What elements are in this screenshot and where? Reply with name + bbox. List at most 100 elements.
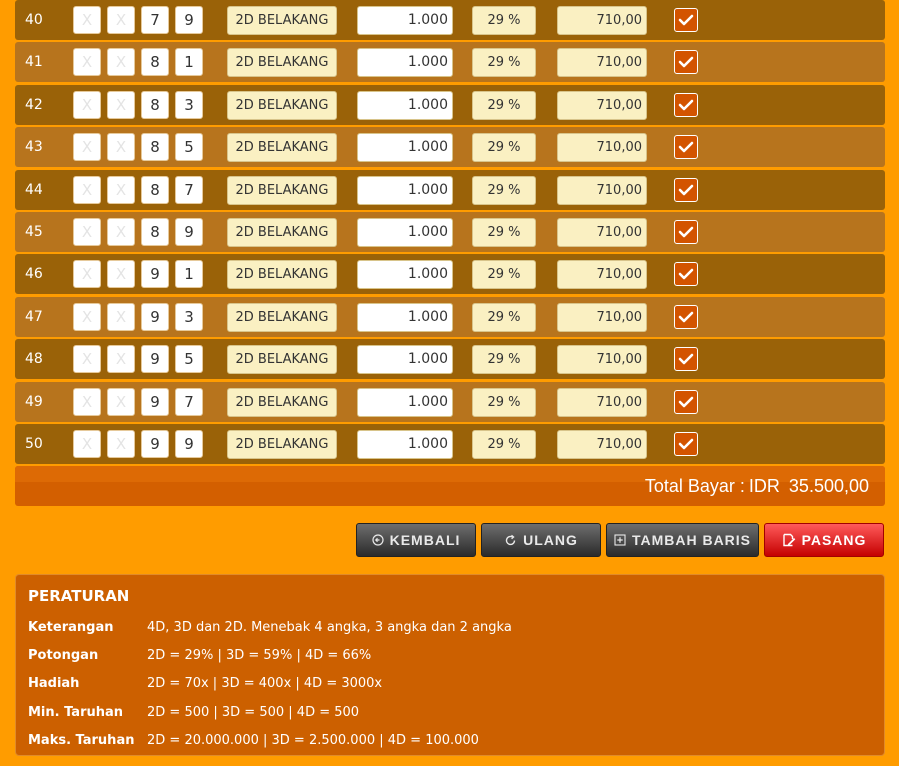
row-checkbox[interactable] — [674, 135, 698, 160]
digit-2-input[interactable]: X — [107, 387, 135, 416]
discount-value: 29 % — [472, 260, 536, 290]
digit-2-input[interactable]: X — [107, 345, 135, 374]
digit-1-input[interactable]: X — [73, 387, 101, 416]
bet-amount-input[interactable]: 1.000 — [357, 133, 453, 163]
row-checkbox[interactable] — [674, 262, 698, 287]
table-row: 47 X X 9 3 2D BELAKANG 1.000 29 % 710,00 — [15, 296, 885, 337]
table-row: 46 X X 9 1 2D BELAKANG 1.000 29 % 710,00 — [15, 254, 885, 295]
digit-3-input[interactable]: 9 — [141, 260, 169, 289]
rules-title: PERATURAN — [28, 587, 130, 605]
digit-4-input[interactable]: 9 — [175, 429, 203, 458]
bet-amount-input[interactable]: 1.000 — [357, 48, 453, 78]
digit-2-input[interactable]: X — [107, 217, 135, 246]
digit-2-input[interactable]: X — [107, 133, 135, 162]
digit-1-input[interactable]: X — [73, 48, 101, 77]
game-type: 2D BELAKANG — [227, 133, 337, 163]
digit-4-input[interactable]: 7 — [175, 175, 203, 204]
total-amount: 35.500,00 — [788, 476, 869, 496]
digit-4-input[interactable]: 7 — [175, 387, 203, 416]
digit-2-input[interactable]: X — [107, 260, 135, 289]
pay-amount: 710,00 — [557, 90, 647, 120]
table-row: 43 X X 8 5 2D BELAKANG 1.000 29 % 710,00 — [15, 127, 885, 168]
add-row-button[interactable]: TAMBAH BARIS — [606, 523, 759, 557]
digit-3-input[interactable]: 8 — [141, 90, 169, 119]
digit-1-input[interactable]: X — [73, 6, 101, 34]
digit-4-input[interactable]: 5 — [175, 345, 203, 374]
digit-4-input[interactable]: 9 — [175, 6, 203, 34]
bet-amount-input[interactable]: 1.000 — [357, 175, 453, 205]
bet-amount-input[interactable]: 1.000 — [357, 429, 453, 459]
rule-label-maks-taruhan: Maks. Taruhan — [28, 733, 135, 748]
digit-4-input[interactable]: 3 — [175, 302, 203, 331]
digit-2-input[interactable]: X — [107, 429, 135, 458]
digit-1-input[interactable]: X — [73, 345, 101, 374]
checkmark-icon — [678, 396, 694, 407]
bet-amount-input[interactable]: 1.000 — [357, 90, 453, 120]
bet-amount-input[interactable]: 1.000 — [357, 345, 453, 375]
digit-1-input[interactable]: X — [73, 217, 101, 246]
digit-2-input[interactable]: X — [107, 48, 135, 77]
digit-3-input[interactable]: 8 — [141, 133, 169, 162]
pay-amount: 710,00 — [557, 175, 647, 205]
digit-3-input[interactable]: 8 — [141, 48, 169, 77]
row-checkbox[interactable] — [674, 219, 698, 244]
digit-3-input[interactable]: 9 — [141, 387, 169, 416]
add-square-icon — [614, 534, 626, 546]
digit-4-input[interactable]: 5 — [175, 133, 203, 162]
digit-2-input[interactable]: X — [107, 6, 135, 34]
digit-1-input[interactable]: X — [73, 175, 101, 204]
bet-amount-input[interactable]: 1.000 — [357, 387, 453, 417]
pay-amount: 710,00 — [557, 217, 647, 247]
table-row: 41 X X 8 1 2D BELAKANG 1.000 29 % 710,00 — [15, 42, 885, 83]
digit-1-input[interactable]: X — [73, 133, 101, 162]
row-checkbox[interactable] — [674, 431, 698, 456]
digit-3-input[interactable]: 9 — [141, 345, 169, 374]
row-checkbox[interactable] — [674, 50, 698, 75]
digit-3-input[interactable]: 9 — [141, 302, 169, 331]
game-type: 2D BELAKANG — [227, 387, 337, 417]
row-checkbox[interactable] — [674, 304, 698, 329]
rule-label-min-taruhan: Min. Taruhan — [28, 705, 124, 720]
rule-value-maks-taruhan: 2D = 20.000.000 | 3D = 2.500.000 | 4D = … — [147, 733, 479, 748]
digit-3-input[interactable]: 9 — [141, 429, 169, 458]
digit-3-input[interactable]: 7 — [141, 6, 169, 34]
digit-1-input[interactable]: X — [73, 302, 101, 331]
row-checkbox[interactable] — [674, 177, 698, 202]
edit-document-icon — [782, 533, 795, 547]
digit-4-input[interactable]: 3 — [175, 90, 203, 119]
total-bar: Total Bayar : IDR 35.500,00 — [15, 466, 885, 506]
reset-button[interactable]: ULANG — [481, 523, 601, 557]
digit-4-input[interactable]: 1 — [175, 260, 203, 289]
place-bet-button[interactable]: PASANG — [764, 523, 884, 557]
pay-amount: 710,00 — [557, 429, 647, 459]
row-checkbox[interactable] — [674, 347, 698, 372]
row-number: 47 — [25, 308, 43, 325]
digit-3-input[interactable]: 8 — [141, 217, 169, 246]
digit-1-input[interactable]: X — [73, 90, 101, 119]
row-number: 43 — [25, 139, 43, 156]
bet-amount-input[interactable]: 1.000 — [357, 6, 453, 35]
row-checkbox[interactable] — [674, 389, 698, 414]
row-checkbox[interactable] — [674, 8, 698, 32]
table-row: 49 X X 9 7 2D BELAKANG 1.000 29 % 710,00 — [15, 381, 885, 422]
pay-amount: 710,00 — [557, 48, 647, 78]
table-row: 44 X X 8 7 2D BELAKANG 1.000 29 % 710,00 — [15, 169, 885, 210]
row-checkbox[interactable] — [674, 92, 698, 117]
checkmark-icon — [678, 99, 694, 111]
back-button[interactable]: KEMBALI — [356, 523, 476, 557]
checkmark-icon — [678, 14, 694, 26]
digit-2-input[interactable]: X — [107, 90, 135, 119]
digit-2-input[interactable]: X — [107, 175, 135, 204]
discount-value: 29 % — [472, 6, 536, 35]
digit-3-input[interactable]: 8 — [141, 175, 169, 204]
bet-amount-input[interactable]: 1.000 — [357, 302, 453, 332]
digit-4-input[interactable]: 1 — [175, 48, 203, 77]
digit-1-input[interactable]: X — [73, 260, 101, 289]
table-row: 45 X X 8 9 2D BELAKANG 1.000 29 % 710,00 — [15, 211, 885, 252]
bet-amount-input[interactable]: 1.000 — [357, 217, 453, 247]
digit-4-input[interactable]: 9 — [175, 217, 203, 246]
row-number: 46 — [25, 266, 43, 283]
digit-1-input[interactable]: X — [73, 429, 101, 458]
digit-2-input[interactable]: X — [107, 302, 135, 331]
bet-amount-input[interactable]: 1.000 — [357, 260, 453, 290]
